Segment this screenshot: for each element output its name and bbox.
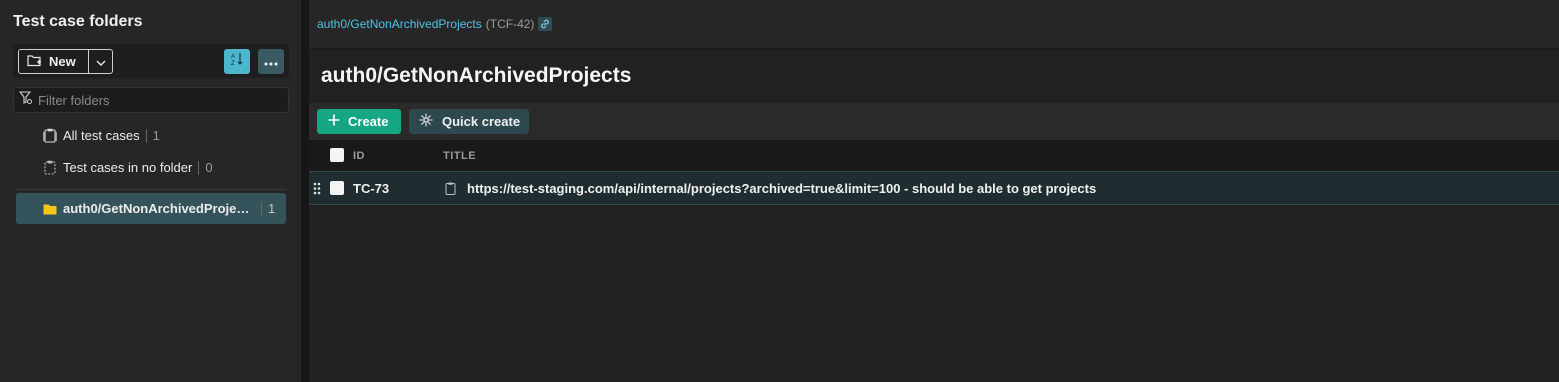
sidebar-divider — [16, 189, 286, 190]
sort-button[interactable]: AZ — [224, 49, 250, 74]
table-header: ID TITLE — [309, 140, 1559, 171]
main-panel: auth0/GetNonArchivedProjects (TCF-42) au… — [309, 0, 1559, 382]
filter-folders-field — [13, 87, 289, 113]
svg-text:Z: Z — [231, 61, 235, 67]
create-label: Create — [348, 114, 389, 129]
folder-label: All test cases — [63, 128, 140, 143]
create-button[interactable]: Create — [317, 109, 401, 134]
new-folder-dropdown[interactable] — [89, 50, 112, 73]
sidebar-title: Test case folders — [13, 13, 143, 30]
more-options-button[interactable] — [258, 49, 284, 74]
breadcrumb: auth0/GetNonArchivedProjects (TCF-42) — [317, 17, 553, 31]
drag-handle-icon[interactable] — [313, 182, 321, 198]
new-folder-button[interactable]: New — [19, 50, 89, 73]
filter-icon — [18, 90, 33, 110]
folder-label: auth0/GetNonArchivedProjects — [63, 201, 253, 216]
filter-folders-input[interactable] — [38, 92, 278, 108]
plus-icon — [328, 114, 340, 129]
folder-toolbar: New AZ — [13, 44, 289, 78]
folder-count: 1 — [261, 201, 275, 216]
quick-create-button[interactable]: Quick create — [409, 109, 529, 134]
test-case-id[interactable]: TC-73 — [353, 181, 389, 196]
folder-count: 0 — [198, 160, 213, 175]
new-folder-icon — [27, 54, 42, 70]
table-row[interactable]: TC-73 https://test-staging.com/api/inter… — [309, 171, 1559, 205]
row-checkbox[interactable] — [330, 181, 344, 195]
folder-item-no-folder[interactable]: Test cases in no folder 0 — [16, 152, 286, 183]
clipboard-stack-icon — [43, 128, 57, 143]
folder-item-selected[interactable]: auth0/GetNonArchivedProjects 1 — [16, 193, 286, 224]
folder-icon — [43, 203, 57, 215]
sparkle-icon — [419, 113, 433, 130]
breadcrumb-bar: auth0/GetNonArchivedProjects (TCF-42) — [309, 0, 1559, 49]
folder-count: 1 — [145, 128, 160, 143]
folders-sidebar: Test case folders New AZ Filter folders … — [0, 0, 301, 382]
column-header-title[interactable]: TITLE — [443, 150, 476, 162]
column-header-id[interactable]: ID — [353, 150, 365, 162]
breadcrumb-folder-key: (TCF-42) — [485, 17, 535, 31]
quick-create-label: Quick create — [442, 114, 521, 129]
new-folder-button-group: New — [18, 49, 113, 74]
new-button-label: New — [49, 54, 76, 69]
test-case-icon — [445, 182, 456, 198]
test-case-title[interactable]: https://test-staging.com/api/internal/pr… — [467, 181, 1096, 196]
sort-az-icon: AZ — [230, 51, 244, 72]
action-bar: Create Quick create — [309, 103, 1559, 140]
page-title: auth0/GetNonArchivedProjects — [321, 64, 632, 87]
svg-text:A: A — [231, 54, 235, 60]
more-icon — [264, 53, 278, 71]
breadcrumb-folder-link[interactable]: auth0/GetNonArchivedProjects — [317, 17, 482, 31]
folder-label: Test cases in no folder — [63, 160, 193, 175]
copy-link-icon[interactable] — [538, 17, 553, 31]
chevron-down-icon — [96, 53, 106, 71]
folder-item-all-test-cases[interactable]: All test cases 1 — [16, 120, 286, 151]
clipboard-dashed-icon — [43, 160, 57, 175]
select-all-checkbox[interactable] — [330, 148, 344, 162]
